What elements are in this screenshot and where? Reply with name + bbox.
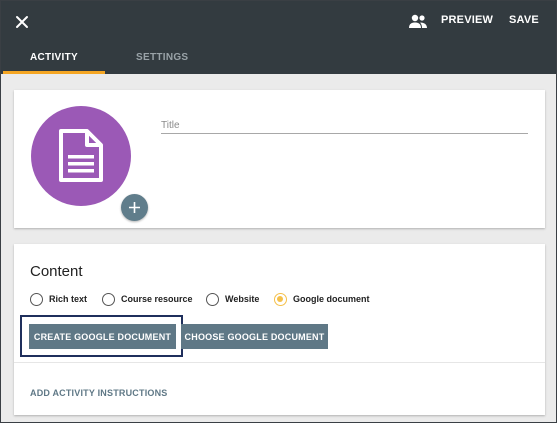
content-card: Content Rich text Course resource Websit… — [14, 244, 545, 415]
people-icon[interactable] — [408, 13, 428, 29]
save-button[interactable]: SAVE — [509, 14, 539, 26]
add-image-button[interactable] — [121, 194, 148, 221]
tab-activity[interactable]: ACTIVITY — [30, 52, 78, 63]
content-heading: Content — [30, 263, 83, 280]
activity-editor-window: PREVIEW SAVE ACTIVITY SETTINGS Content — [0, 0, 557, 423]
choose-google-document-button[interactable]: CHOOSE GOOGLE DOCUMENT — [181, 324, 328, 349]
radio-circle-selected[interactable] — [274, 293, 287, 306]
create-google-document-button[interactable]: CREATE GOOGLE DOCUMENT — [29, 324, 176, 349]
activity-type-avatar — [31, 106, 131, 206]
radio-circle[interactable] — [102, 293, 115, 306]
radio-circle[interactable] — [30, 293, 43, 306]
tab-settings[interactable]: SETTINGS — [136, 52, 188, 63]
add-activity-instructions-link[interactable]: ADD ACTIVITY INSTRUCTIONS — [30, 388, 168, 398]
radio-label: Google document — [293, 294, 370, 304]
radio-circle[interactable] — [206, 293, 219, 306]
radio-label: Rich text — [49, 294, 88, 304]
preview-button[interactable]: PREVIEW — [441, 14, 493, 26]
close-icon — [16, 16, 28, 28]
plus-icon — [129, 202, 140, 213]
header-bar: PREVIEW SAVE ACTIVITY SETTINGS — [1, 1, 556, 74]
radio-label: Website — [225, 294, 260, 304]
document-icon — [59, 129, 103, 182]
radio-label: Course resource — [121, 294, 193, 304]
close-button[interactable] — [13, 13, 31, 31]
divider — [14, 362, 545, 363]
title-input[interactable] — [161, 117, 528, 134]
activity-details-card — [14, 90, 545, 228]
active-tab-indicator — [3, 71, 105, 74]
